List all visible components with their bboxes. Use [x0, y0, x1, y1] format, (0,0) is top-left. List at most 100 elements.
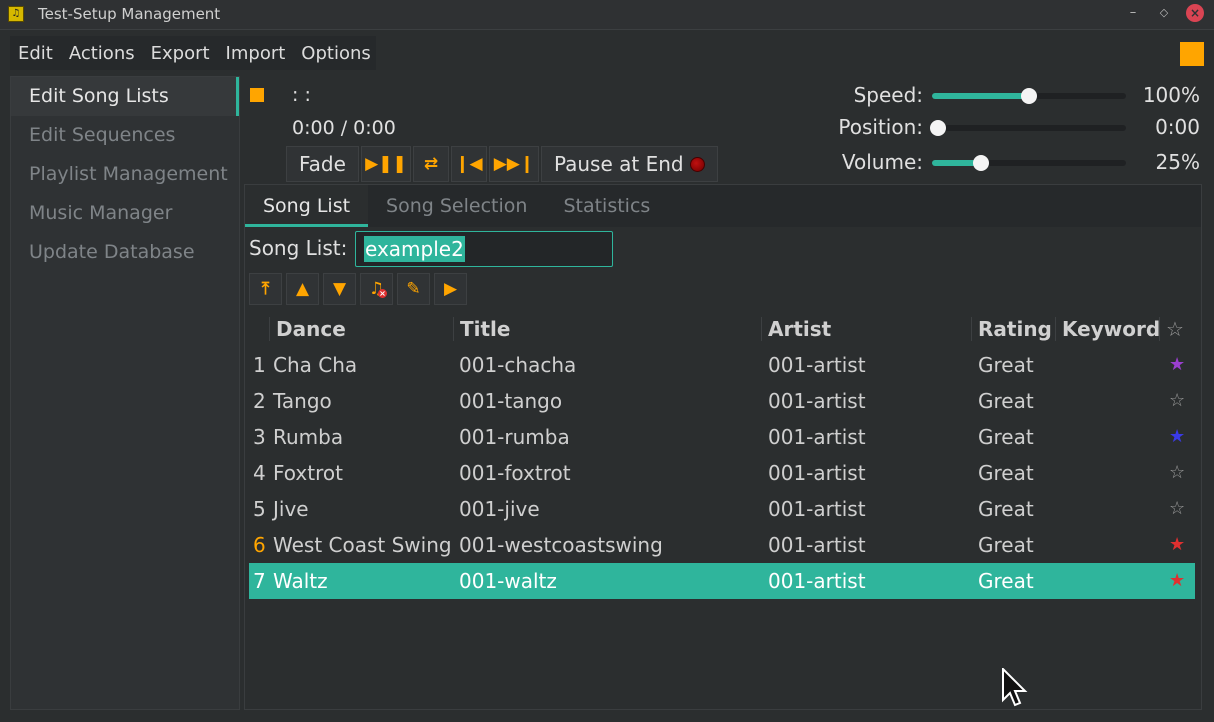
star-icon[interactable]: ☆ — [1169, 455, 1185, 491]
menu-import[interactable]: Import — [226, 43, 286, 64]
table-row[interactable]: 1 Cha Cha 001-chacha 001-artist Great ★ — [249, 347, 1195, 383]
speed-slider-fill — [932, 93, 1029, 99]
row-number: 3 — [253, 425, 266, 449]
row-artist: 001-artist — [768, 533, 866, 557]
move-to-top-button[interactable]: ⤒ — [249, 273, 282, 305]
table-row[interactable]: 3 Rumba 001-rumba 001-artist Great ★ — [249, 419, 1195, 455]
volume-label: Volume: — [841, 150, 923, 174]
star-icon[interactable]: ★ — [1169, 347, 1185, 383]
row-number: 6 — [253, 533, 266, 557]
menu-bar: Edit Actions Export Import Options — [10, 36, 376, 70]
app-icon: ♫ — [8, 6, 24, 22]
row-dance: West Coast Swing — [273, 533, 452, 557]
row-title: 001-tango — [459, 389, 563, 413]
table-row[interactable]: 6 West Coast Swing 001-westcoastswing 00… — [249, 527, 1195, 563]
menu-actions[interactable]: Actions — [69, 43, 135, 64]
row-rating: Great — [978, 353, 1034, 377]
tabs-panel: Song List Song Selection Statistics Song… — [244, 184, 1202, 710]
row-number: 1 — [253, 353, 266, 377]
repeat-button[interactable]: ⇄ — [412, 146, 449, 182]
move-down-button[interactable]: ▼ — [323, 273, 356, 305]
row-title: 001-westcoastswing — [459, 533, 663, 557]
play-pause-button[interactable]: ▶❚❚ — [360, 146, 411, 182]
menu-export[interactable]: Export — [151, 43, 210, 64]
play-song-button[interactable]: ▶ — [434, 273, 467, 305]
volume-slider[interactable] — [932, 155, 1126, 171]
star-icon[interactable]: ☆ — [1169, 383, 1185, 419]
sidebar-item-update-database[interactable]: Update Database — [11, 233, 239, 272]
row-dance: Jive — [273, 497, 309, 521]
tab-song-list[interactable]: Song List — [245, 185, 369, 227]
menu-options[interactable]: Options — [301, 43, 370, 64]
close-button[interactable]: × — [1186, 4, 1204, 22]
speed-slider[interactable] — [932, 88, 1126, 104]
row-rating: Great — [978, 497, 1034, 521]
table-row[interactable]: 5 Jive 001-jive 001-artist Great ☆ — [249, 491, 1195, 527]
sidebar-item-edit-song-lists[interactable]: Edit Song Lists — [11, 77, 239, 116]
menu-edit[interactable]: Edit — [18, 43, 53, 64]
row-rating: Great — [978, 569, 1034, 593]
column-header-star-icon[interactable]: ☆ — [1159, 317, 1184, 341]
next-button[interactable]: ▶▶❙ — [488, 146, 539, 182]
fade-button[interactable]: Fade — [286, 146, 359, 182]
remove-song-button[interactable]: ♫ × — [360, 273, 393, 305]
previous-button[interactable]: ❙◀ — [450, 146, 487, 182]
maximize-button[interactable]: ◇ — [1155, 4, 1173, 22]
edit-song-button[interactable]: ✎ — [397, 273, 430, 305]
sidebar-item-music-manager[interactable]: Music Manager — [11, 194, 239, 233]
pause-at-end-label: Pause at End — [553, 152, 684, 176]
column-header-keyword[interactable]: Keyword — [1055, 317, 1160, 341]
sidebar-item-playlist-management[interactable]: Playlist Management — [11, 155, 239, 194]
window-title: Test-Setup Management — [38, 5, 221, 23]
row-dance: Rumba — [273, 425, 344, 449]
row-title: 001-foxtrot — [459, 461, 571, 485]
row-title: 001-rumba — [459, 425, 570, 449]
pause-at-end-button[interactable]: Pause at End — [540, 146, 718, 182]
column-header-rating[interactable]: Rating — [971, 317, 1052, 341]
sidebar: Edit Song Lists Edit Sequences Playlist … — [10, 76, 240, 710]
table-row[interactable]: 2 Tango 001-tango 001-artist Great ☆ — [249, 383, 1195, 419]
tab-song-selection[interactable]: Song Selection — [368, 185, 545, 227]
star-icon[interactable]: ★ — [1169, 419, 1185, 455]
star-icon[interactable]: ★ — [1169, 563, 1185, 599]
position-slider[interactable] — [930, 120, 1126, 136]
tab-statistics[interactable]: Statistics — [545, 185, 668, 227]
volume-value: 25% — [1155, 150, 1200, 174]
player-controls: Fade ▶❚❚ ⇄ ❙◀ ▶▶❙ Pause at End — [286, 146, 720, 182]
column-header-title[interactable]: Title — [453, 317, 510, 341]
song-list-toolbar: ⤒ ▲ ▼ ♫ × ✎ ▶ — [249, 273, 471, 305]
row-number: 2 — [253, 389, 266, 413]
row-dance: Tango — [273, 389, 332, 413]
mouse-cursor-icon — [1002, 668, 1028, 707]
row-artist: 001-artist — [768, 569, 866, 593]
speed-slider-handle[interactable] — [1021, 88, 1037, 104]
title-bar: ♫ Test-Setup Management – ◇ × — [0, 0, 1214, 30]
speed-label: Speed: — [853, 83, 923, 107]
song-info: : : — [292, 84, 311, 106]
minimize-button[interactable]: – — [1124, 4, 1142, 22]
status-indicator[interactable] — [1180, 42, 1204, 66]
row-dance: Cha Cha — [273, 353, 358, 377]
song-table: Dance Title Artist Rating Keyword ☆ 1 Ch… — [249, 311, 1195, 599]
song-list-input[interactable]: example2 — [355, 231, 613, 267]
row-dance: Waltz — [273, 569, 328, 593]
table-row[interactable]: 4 Foxtrot 001-foxtrot 001-artist Great ☆ — [249, 455, 1195, 491]
row-number: 4 — [253, 461, 266, 485]
row-artist: 001-artist — [768, 389, 866, 413]
volume-slider-handle[interactable] — [972, 155, 989, 171]
star-icon[interactable]: ☆ — [1169, 491, 1185, 527]
stop-icon[interactable] — [250, 88, 264, 102]
sidebar-item-edit-sequences[interactable]: Edit Sequences — [11, 116, 239, 155]
row-title: 001-waltz — [459, 569, 557, 593]
column-header-dance[interactable]: Dance — [269, 317, 346, 341]
position-label: Position: — [838, 115, 923, 139]
move-up-button[interactable]: ▲ — [286, 273, 319, 305]
tab-bar: Song List Song Selection Statistics — [245, 185, 1201, 227]
table-row-selected[interactable]: 7 Waltz 001-waltz 001-artist Great ★ — [249, 563, 1195, 599]
table-header: Dance Title Artist Rating Keyword ☆ — [249, 311, 1195, 347]
row-title: 001-jive — [459, 497, 540, 521]
column-header-artist[interactable]: Artist — [761, 317, 831, 341]
star-icon[interactable]: ★ — [1169, 527, 1185, 563]
remove-badge-icon: × — [378, 289, 387, 298]
position-slider-handle[interactable] — [930, 120, 946, 136]
